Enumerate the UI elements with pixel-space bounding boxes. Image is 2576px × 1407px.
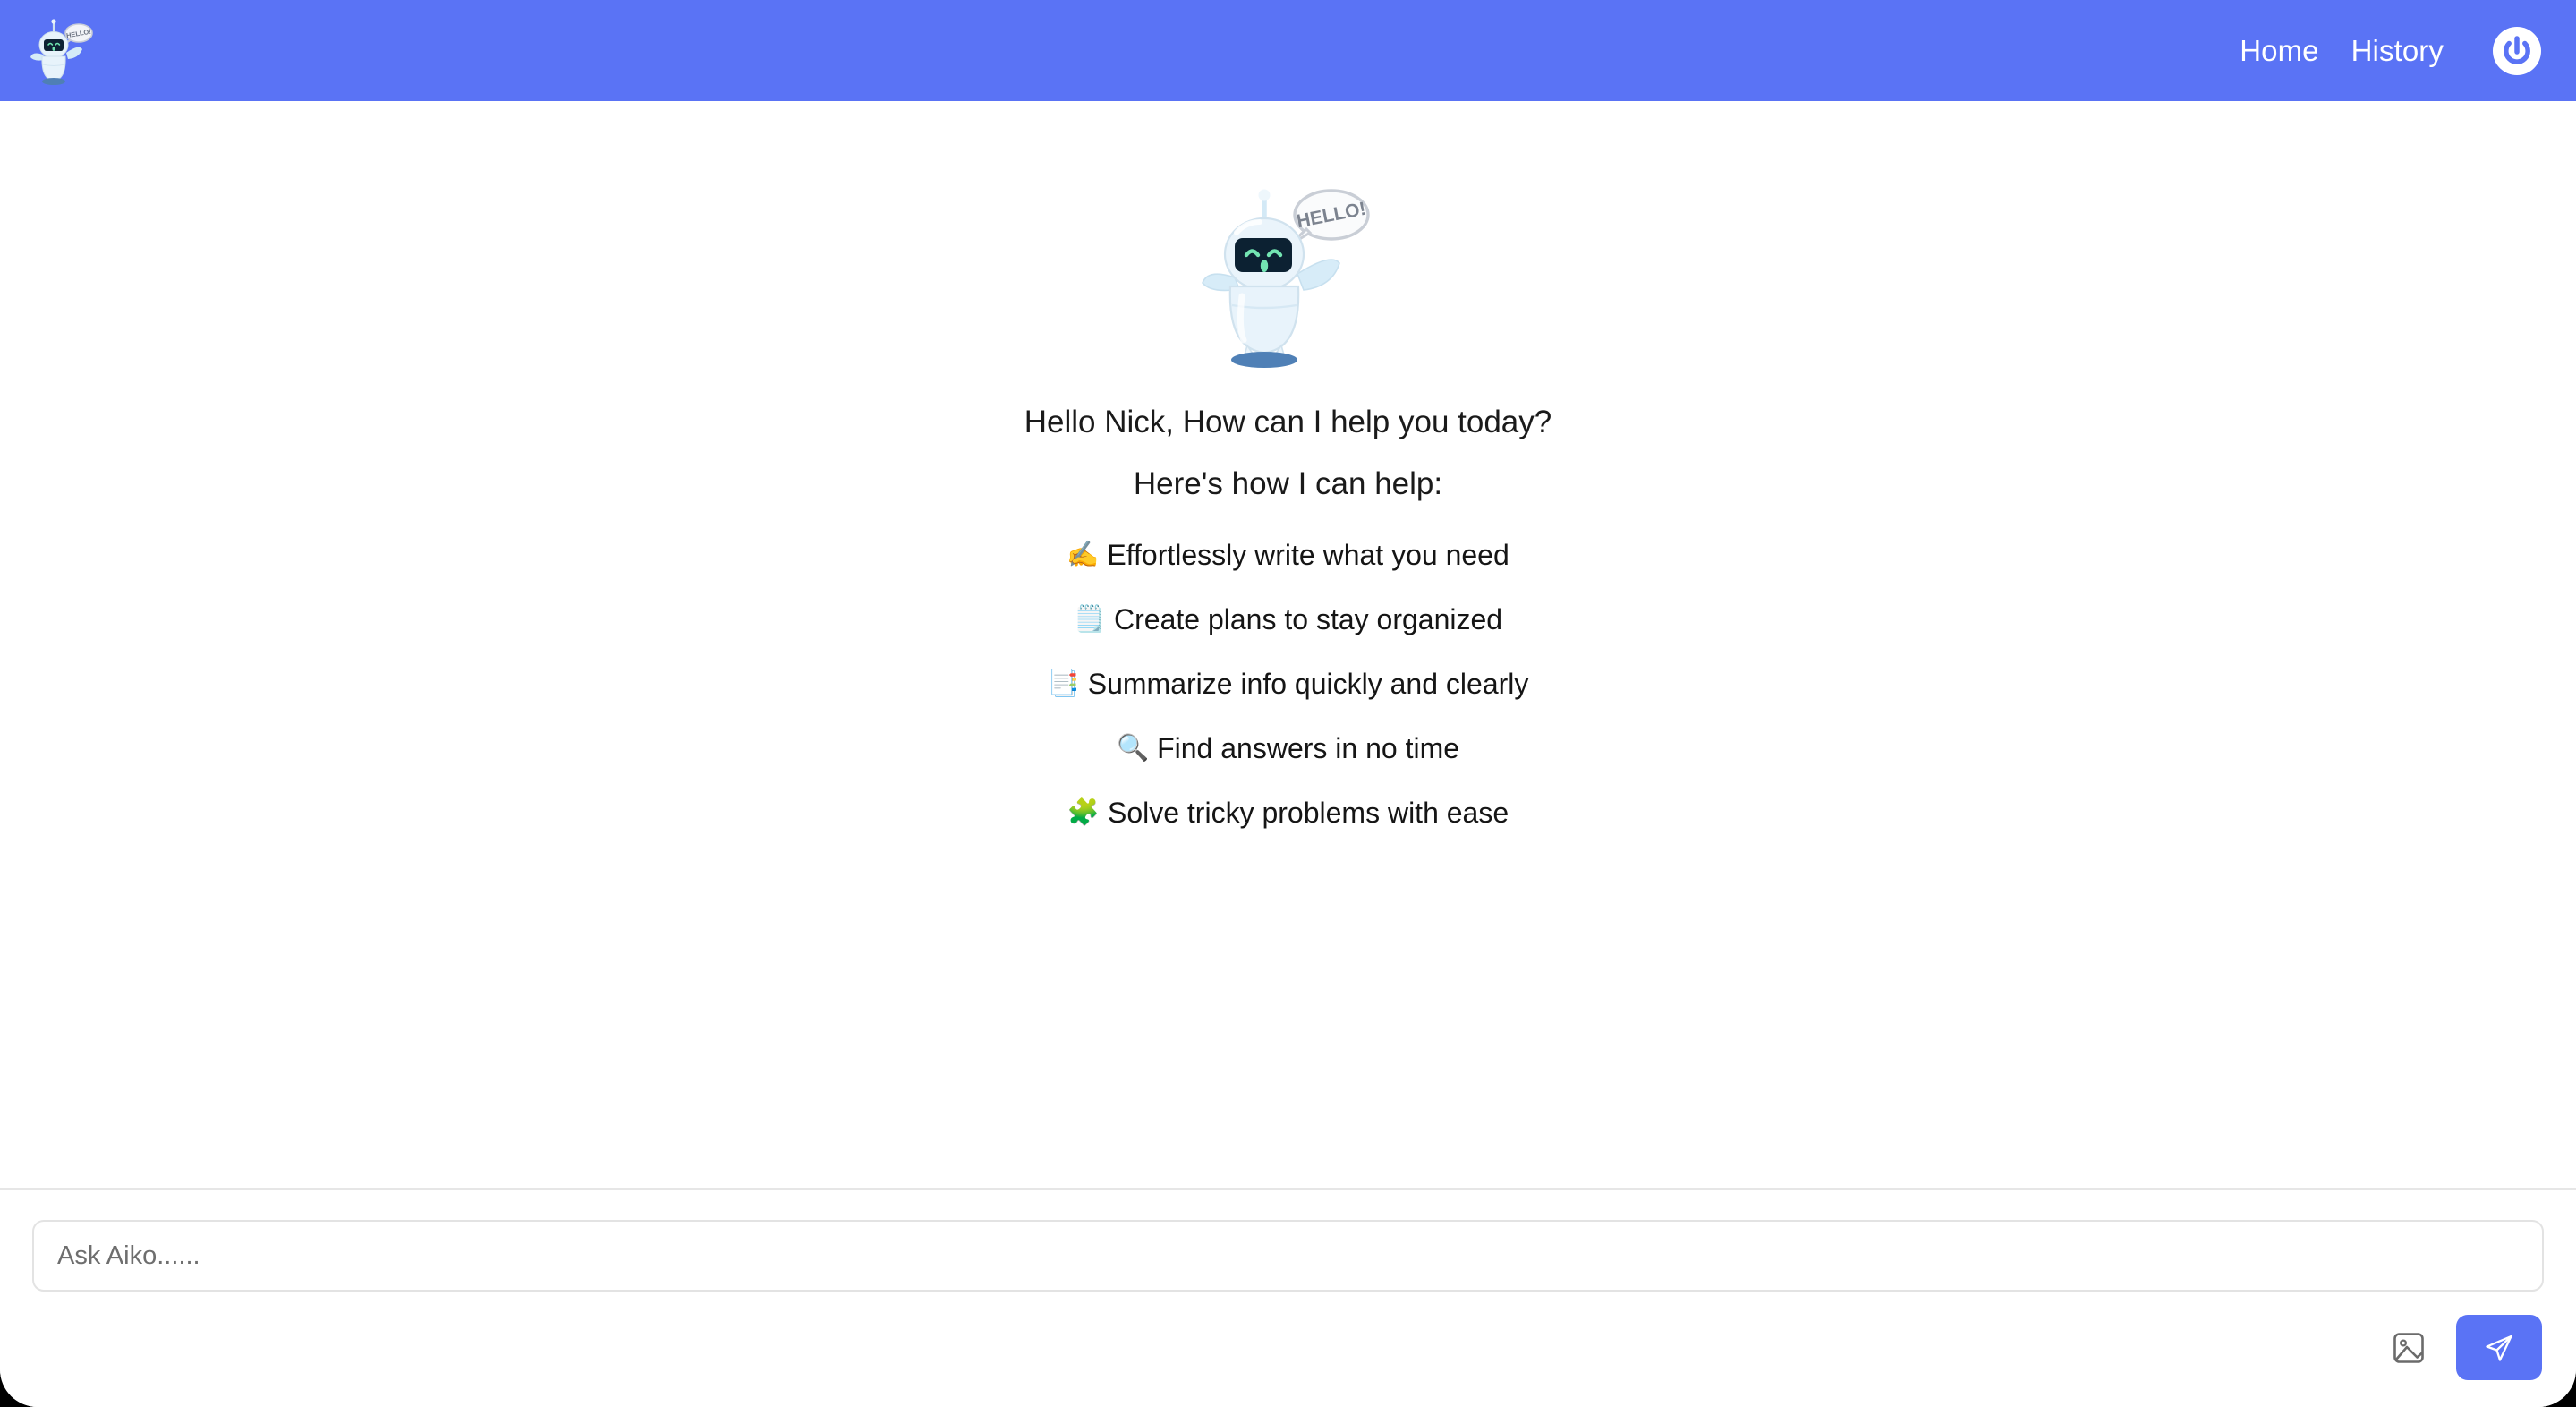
send-paper-plane-icon (2486, 1335, 2512, 1361)
list-item: ✍️ Effortlessly write what you need (1067, 523, 1509, 587)
chat-input[interactable] (32, 1220, 2544, 1292)
capability-label: Solve tricky problems with ease (1107, 797, 1509, 829)
capability-label: Effortlessly write what you need (1107, 539, 1509, 571)
app-header: HELLO! Home History (0, 0, 2576, 101)
capability-label: Create plans to stay organized (1114, 603, 1503, 635)
puzzle-piece-icon: 🧩 (1067, 797, 1100, 827)
brand-logo-link[interactable]: HELLO! (30, 15, 95, 87)
writing-hand-icon: ✍️ (1067, 540, 1100, 569)
capability-list: ✍️ Effortlessly write what you need 🗒️ C… (1048, 523, 1529, 845)
list-item: 📑 Summarize info quickly and clearly (1048, 652, 1529, 716)
robot-mascot-hero-icon: HELLO! (1201, 189, 1370, 368)
bookmark-tabs-icon: 📑 (1047, 669, 1080, 698)
power-icon[interactable] (2492, 26, 2542, 76)
greeting-text: Hello Nick, How can I help you today? (1024, 405, 1552, 439)
list-item: 🧩 Solve tricky problems with ease (1067, 780, 1509, 845)
list-item: 🔍 Find answers in no time (1117, 716, 1459, 780)
main-content: HELLO! Hello Nick, How can I help you to… (0, 101, 2576, 1188)
nav-link-home[interactable]: Home (2240, 36, 2318, 65)
composer-bar (0, 1188, 2576, 1407)
composer-actions (32, 1315, 2544, 1380)
spiral-notepad-icon: 🗒️ (1073, 604, 1107, 634)
send-button[interactable] (2456, 1315, 2542, 1380)
nav-link-history[interactable]: History (2351, 36, 2444, 65)
capability-label: Find answers in no time (1157, 732, 1460, 764)
image-icon[interactable] (2390, 1329, 2427, 1367)
subheading-text: Here's how I can help: (1133, 466, 1443, 501)
robot-mascot-logo-icon: HELLO! (30, 18, 93, 85)
capability-label: Summarize info quickly and clearly (1087, 668, 1529, 700)
list-item: 🗒️ Create plans to stay organized (1074, 587, 1502, 652)
app-window: HELLO! Home History HELLO! Hello Nick, H… (0, 0, 2576, 1407)
header-nav: Home History (2240, 26, 2542, 76)
magnifying-glass-icon: 🔍 (1116, 733, 1150, 763)
